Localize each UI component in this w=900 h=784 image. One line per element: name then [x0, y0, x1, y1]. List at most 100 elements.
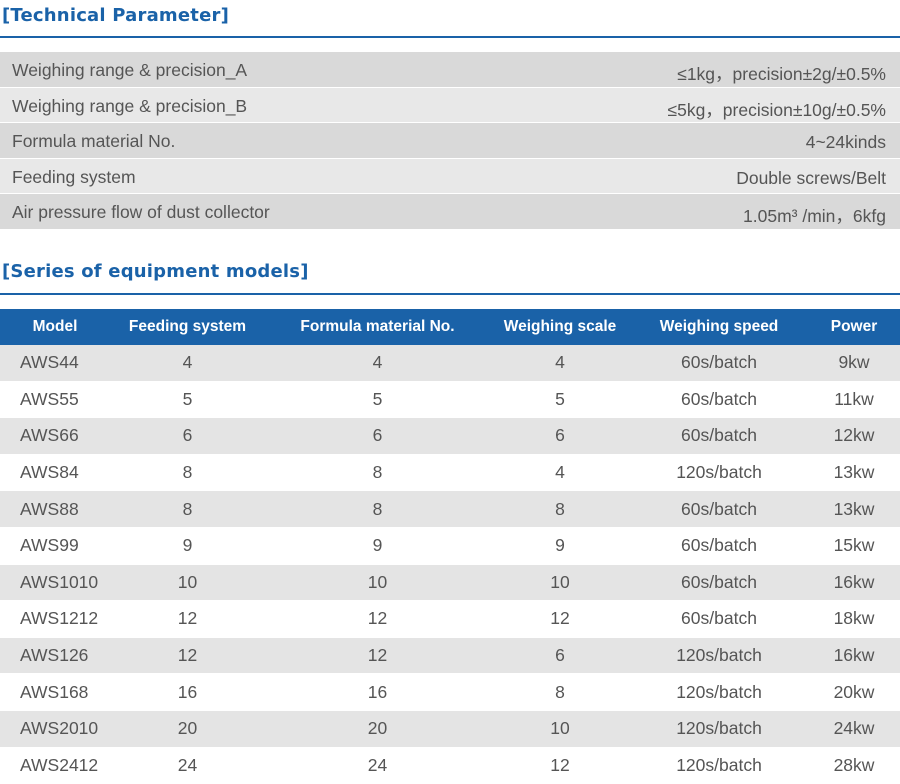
param-row: Air pressure flow of dust collector 1.05… [0, 194, 900, 230]
cell-model: AWS168 [0, 673, 110, 711]
cell-feeding-system: 8 [110, 454, 265, 492]
cell-feeding-system: 4 [110, 345, 265, 382]
cell-formula-material: 8 [265, 454, 490, 492]
param-label: Feeding system [12, 166, 136, 187]
param-row: Formula material No. 4~24kinds [0, 123, 900, 159]
cell-power: 20kw [808, 673, 900, 711]
technical-parameter-rule [0, 36, 900, 38]
cell-formula-material: 9 [265, 527, 490, 565]
cell-weighing-speed: 120s/batch [630, 454, 808, 492]
cell-feeding-system: 5 [110, 381, 265, 419]
cell-formula-material: 10 [265, 564, 490, 602]
header-weighing-speed: Weighing speed [630, 309, 808, 345]
param-value: 1.05m³ /min，6kfg [743, 206, 886, 227]
cell-power: 18kw [808, 600, 900, 638]
param-label: Weighing range & precision_B [12, 95, 248, 116]
cell-power: 28kw [808, 747, 900, 784]
technical-parameter-table: Weighing range & precision_A ≤1kg，precis… [0, 52, 900, 230]
cell-weighing-speed: 60s/batch [630, 600, 808, 638]
cell-weighing-speed: 60s/batch [630, 527, 808, 565]
param-label: Air pressure flow of dust collector [12, 202, 270, 223]
cell-weighing-scale: 9 [490, 527, 630, 565]
cell-weighing-scale: 12 [490, 600, 630, 638]
cell-weighing-speed: 60s/batch [630, 345, 808, 382]
cell-model: AWS2412 [0, 747, 110, 784]
cell-feeding-system: 8 [110, 490, 265, 528]
cell-weighing-speed: 60s/batch [630, 490, 808, 528]
cell-power: 13kw [808, 490, 900, 528]
cell-model: AWS44 [0, 345, 110, 382]
table-row: AWS126 12 12 6 120s/batch 16kw [0, 637, 900, 675]
cell-weighing-speed: 120s/batch [630, 637, 808, 675]
table-row: AWS84 8 8 4 120s/batch 13kw [0, 454, 900, 492]
cell-weighing-scale: 10 [490, 710, 630, 748]
cell-weighing-scale: 12 [490, 747, 630, 784]
cell-power: 15kw [808, 527, 900, 565]
cell-model: AWS1212 [0, 600, 110, 638]
cell-feeding-system: 20 [110, 710, 265, 748]
cell-weighing-speed: 60s/batch [630, 417, 808, 455]
cell-power: 16kw [808, 637, 900, 675]
cell-weighing-scale: 8 [490, 673, 630, 711]
cell-model: AWS126 [0, 637, 110, 675]
table-row: AWS66 6 6 6 60s/batch 12kw [0, 417, 900, 455]
cell-weighing-scale: 6 [490, 637, 630, 675]
table-row: AWS2412 24 24 12 120s/batch 28kw [0, 747, 900, 784]
cell-feeding-system: 6 [110, 417, 265, 455]
cell-model: AWS2010 [0, 710, 110, 748]
cell-formula-material: 12 [265, 637, 490, 675]
param-value: ≤5kg，precision±10g/±0.5% [667, 99, 886, 120]
cell-weighing-speed: 120s/batch [630, 747, 808, 784]
table-row: AWS99 9 9 9 60s/batch 15kw [0, 527, 900, 565]
cell-weighing-scale: 8 [490, 490, 630, 528]
cell-feeding-system: 24 [110, 747, 265, 784]
cell-weighing-speed: 120s/batch [630, 673, 808, 711]
cell-formula-material: 16 [265, 673, 490, 711]
cell-feeding-system: 9 [110, 527, 265, 565]
cell-feeding-system: 10 [110, 564, 265, 602]
cell-formula-material: 24 [265, 747, 490, 784]
header-formula-material: Formula material No. [265, 309, 490, 345]
param-value: Double screws/Belt [736, 167, 886, 188]
table-row: AWS1010 10 10 10 60s/batch 16kw [0, 564, 900, 602]
header-weighing-scale: Weighing scale [490, 309, 630, 345]
cell-model: AWS88 [0, 490, 110, 528]
cell-formula-material: 5 [265, 381, 490, 419]
cell-formula-material: 8 [265, 490, 490, 528]
param-row: Weighing range & precision_A ≤1kg，precis… [0, 52, 900, 88]
header-power: Power [808, 309, 900, 345]
cell-model: AWS99 [0, 527, 110, 565]
cell-formula-material: 12 [265, 600, 490, 638]
cell-model: AWS55 [0, 381, 110, 419]
cell-weighing-scale: 6 [490, 417, 630, 455]
header-feeding-system: Feeding system [110, 309, 265, 345]
series-models-rule [0, 293, 900, 295]
table-row: AWS2010 20 20 10 120s/batch 24kw [0, 710, 900, 748]
cell-power: 9kw [808, 345, 900, 382]
param-value: 4~24kinds [805, 132, 886, 153]
cell-formula-material: 20 [265, 710, 490, 748]
cell-weighing-scale: 4 [490, 345, 630, 382]
cell-feeding-system: 12 [110, 637, 265, 675]
cell-power: 16kw [808, 564, 900, 602]
param-row: Weighing range & precision_B ≤5kg，precis… [0, 87, 900, 124]
cell-formula-material: 6 [265, 417, 490, 455]
cell-model: AWS1010 [0, 564, 110, 602]
param-label: Weighing range & precision_A [12, 60, 248, 80]
param-label: Formula material No. [12, 131, 176, 152]
param-row: Feeding system Double screws/Belt [0, 158, 900, 195]
cell-feeding-system: 12 [110, 600, 265, 638]
cell-power: 13kw [808, 454, 900, 492]
table-row: AWS168 16 16 8 120s/batch 20kw [0, 673, 900, 711]
cell-weighing-speed: 60s/batch [630, 564, 808, 602]
cell-power: 12kw [808, 417, 900, 455]
table-row: AWS1212 12 12 12 60s/batch 18kw [0, 600, 900, 638]
cell-model: AWS66 [0, 417, 110, 455]
cell-power: 11kw [808, 381, 900, 419]
models-table: Model Feeding system Formula material No. W… [0, 309, 900, 784]
table-row: AWS55 5 5 5 60s/batch 11kw [0, 381, 900, 419]
cell-weighing-speed: 120s/batch [630, 710, 808, 748]
table-row: AWS88 8 8 8 60s/batch 13kw [0, 490, 900, 528]
technical-parameter-title: [Technical Parameter] [2, 5, 230, 26]
models-header-row: Model Feeding system Formula material No. W… [0, 309, 900, 345]
